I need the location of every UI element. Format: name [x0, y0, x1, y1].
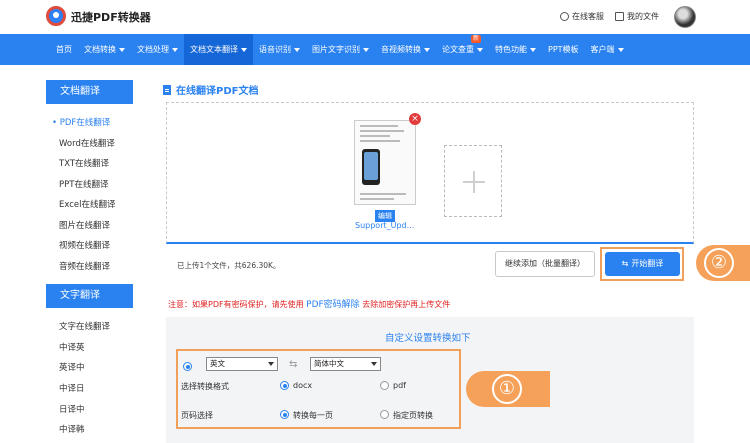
sidebar-item-excel-translate[interactable]: Excel在线翻译 [59, 198, 116, 210]
headset-icon [560, 12, 569, 21]
notice-suffix: 去除加密保护再上传文件 [362, 300, 451, 309]
settings-title: 自定义设置转换如下 [385, 333, 471, 344]
nav-av-convert-label: 音视频转换 [381, 45, 421, 54]
page-label: 页码选择 [181, 411, 213, 420]
sidebar-item-word-translate[interactable]: Word在线翻译 [59, 137, 115, 149]
sidebar-item-txt-translate[interactable]: TXT在线翻译 [59, 157, 109, 169]
nav-doc-translate[interactable]: 文档文本翻译 [184, 34, 253, 65]
nav-plagiarism-check-label: 论文查重 [442, 45, 474, 54]
remove-file-icon[interactable]: × [409, 113, 421, 125]
nav-speech-recognition-label: 语音识别 [259, 45, 291, 54]
nav-doc-process[interactable]: 文档处理 [131, 34, 184, 65]
nav-client[interactable]: 客户端 [585, 34, 630, 65]
callout-number: ② [704, 248, 734, 278]
online-service-link[interactable]: 在线客服 [560, 11, 604, 22]
nav-features-label: 特色功能 [495, 45, 527, 54]
top-header: 迅捷PDF转换器 在线客服 我的文件 [0, 0, 750, 34]
sidebar-item-text-translate[interactable]: 文字在线翻译 [59, 320, 110, 332]
new-badge: 新 [470, 35, 481, 43]
nav-doc-translate-label: 文档文本翻译 [190, 45, 238, 54]
start-translate-button[interactable]: ⇆ 开始翻译 [605, 252, 680, 276]
format-docx-radio[interactable] [280, 381, 289, 390]
upload-area[interactable] [166, 102, 694, 244]
swap-language-icon[interactable]: ⇆ [289, 359, 297, 370]
pdf-password-remove-link[interactable]: PDF密码解除 [306, 300, 360, 310]
start-translate-label: 开始翻译 [631, 259, 664, 268]
notice-prefix: 注意：如果PDF有密码保护，请先使用 [168, 300, 304, 309]
format-docx-label: docx [293, 381, 313, 390]
callout-1: ① [466, 371, 550, 407]
nav-ppt-template[interactable]: PPT模板 [542, 34, 585, 65]
sidebar-section-text-translate: 文字翻译 [46, 284, 133, 308]
sidebar-section-doc-translate: 文档翻译 [46, 80, 133, 104]
sidebar-item-video-translate[interactable]: 视频在线翻译 [59, 239, 110, 251]
add-file-button[interactable] [444, 145, 502, 217]
sidebar-item-image-translate[interactable]: 图片在线翻译 [59, 219, 110, 231]
sidebar-item-ppt-translate[interactable]: PPT在线翻译 [59, 178, 108, 190]
sidebar-item-cn-jp[interactable]: 中译日 [59, 382, 85, 394]
callout-number: ① [492, 374, 522, 404]
user-avatar[interactable] [674, 6, 696, 28]
sidebar-item-audio-translate[interactable]: 音频在线翻译 [59, 260, 110, 272]
page-title-text: 在线翻译PDF文档 [176, 86, 259, 97]
page-specific-radio[interactable] [380, 410, 389, 419]
source-language-select[interactable]: 英文 [206, 357, 278, 371]
upload-status: 已上传1个文件，共626.30K。 [177, 261, 281, 270]
nav-doc-process-label: 文档处理 [137, 45, 169, 54]
file-thumbnail[interactable] [354, 120, 416, 205]
nav-av-convert[interactable]: 音视频转换 [375, 34, 436, 65]
logo-icon[interactable] [46, 6, 66, 26]
sidebar-item-cn-en[interactable]: 中译英 [59, 341, 85, 353]
format-pdf-radio[interactable] [380, 381, 389, 390]
format-pdf-label: pdf [393, 381, 406, 390]
my-files-link[interactable]: 我的文件 [615, 11, 659, 22]
file-name: Support_Upd... [355, 221, 415, 230]
nav-features[interactable]: 特色功能 [489, 34, 542, 65]
nav-doc-convert[interactable]: 文档转换 [78, 34, 131, 65]
password-notice: 注意：如果PDF有密码保护，请先使用 PDF密码解除 去除加密保护再上传文件 [168, 297, 450, 310]
logo-text[interactable]: 迅捷PDF转换器 [71, 9, 151, 25]
page-all-radio[interactable] [280, 410, 289, 419]
nav-image-ocr[interactable]: 图片文字识别 [306, 34, 375, 65]
page-all-label: 转换每一页 [293, 411, 333, 420]
sidebar-item-pdf-translate[interactable]: • PDF在线翻译 [52, 116, 110, 128]
phone-preview-icon [362, 149, 380, 185]
swap-arrows-icon: ⇆ [621, 259, 629, 268]
format-label: 选择转换格式 [181, 382, 229, 391]
nav-client-label: 客户端 [590, 45, 615, 54]
language-radio[interactable] [183, 362, 192, 371]
my-files-label: 我的文件 [627, 12, 659, 21]
sidebar-item-en-cn[interactable]: 英译中 [59, 361, 85, 373]
document-icon [615, 12, 624, 21]
main-nav: 首页 文档转换 文档处理 文档文本翻译 语音识别 图片文字识别 音视频转换 论文… [0, 34, 750, 65]
online-service-label: 在线客服 [572, 12, 604, 21]
page-specific-label: 指定页转换 [393, 411, 433, 420]
nav-plagiarism-check[interactable]: 论文查重 新 [436, 34, 489, 65]
nav-speech-recognition[interactable]: 语音识别 [253, 34, 306, 65]
callout-2: ② [696, 245, 750, 281]
sidebar-item-label: PDF在线翻译 [59, 118, 111, 128]
document-icon [163, 84, 171, 95]
page-title: 在线翻译PDF文档 [163, 82, 258, 97]
sidebar-item-cn-kr[interactable]: 中译韩 [59, 423, 85, 435]
sidebar-item-jp-cn[interactable]: 日译中 [59, 403, 85, 415]
target-language-select[interactable]: 简体中文 [310, 357, 381, 371]
nav-image-ocr-label: 图片文字识别 [312, 45, 360, 54]
continue-add-button[interactable]: 继续添加（批量翻译） [495, 251, 595, 277]
nav-home[interactable]: 首页 [50, 34, 78, 65]
nav-doc-convert-label: 文档转换 [84, 45, 116, 54]
